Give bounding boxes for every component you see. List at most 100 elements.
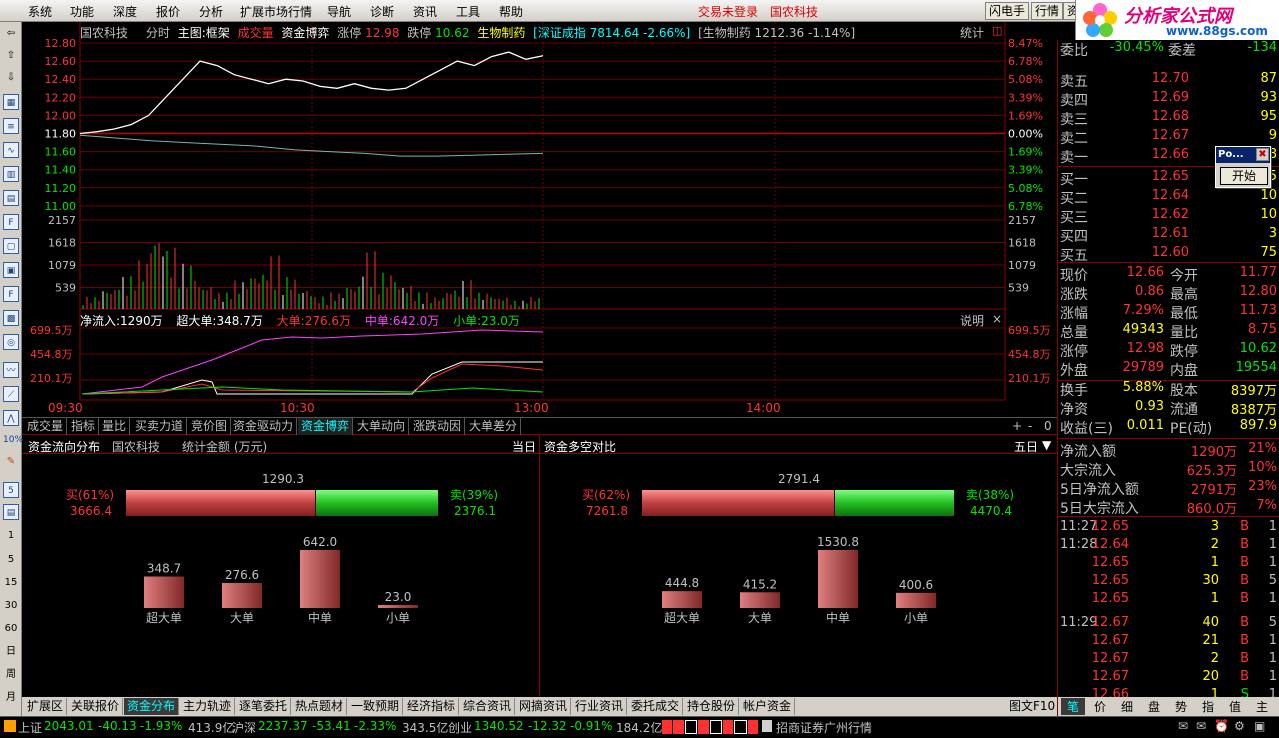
menu-diagnose[interactable]: 诊断 — [370, 3, 394, 20]
stat-label-2: 内盘 — [1170, 363, 1198, 379]
ask-price: 12.67 — [1151, 128, 1189, 143]
period-60min[interactable]: 60 — [3, 621, 19, 637]
zigzag-icon[interactable]: ⋀ — [3, 410, 19, 426]
message-icon[interactable]: ✉ — [1196, 719, 1206, 733]
quote-button[interactable]: 行情 — [1031, 2, 1064, 20]
popup-close-icon[interactable]: ✖ — [1256, 148, 1269, 161]
btab-order-by-order[interactable]: 逐笔委托 — [236, 698, 292, 715]
tab-capital-drive[interactable]: 资金驱动力 — [230, 418, 298, 435]
btab-account[interactable]: 帐户资金 — [740, 698, 796, 715]
fi-icon[interactable]: F — [3, 286, 19, 302]
period-dropdown-icon[interactable]: ▼ — [1042, 438, 1051, 452]
menu-depth[interactable]: 深度 — [113, 3, 137, 20]
menu-extended-market[interactable]: 扩展市场行情 — [240, 3, 312, 20]
kline-icon[interactable]: ▥ — [3, 166, 19, 182]
circle-icon[interactable]: ◎ — [3, 334, 19, 350]
btab-positions[interactable]: 持仓股份 — [684, 698, 740, 715]
flow-close-icon[interactable]: × — [992, 312, 1002, 326]
tab-large-order[interactable]: 大单动向 — [354, 418, 410, 435]
tab-volume[interactable]: 成交量 — [24, 418, 68, 435]
period-5min[interactable]: 5 — [3, 552, 19, 568]
btab-orders[interactable]: 委托成交 — [628, 698, 684, 715]
list-icon[interactable]: ≡ — [3, 118, 19, 134]
right-tab-3[interactable]: 盘 — [1142, 698, 1166, 715]
tab-capital-game[interactable]: 资金博弈 — [298, 418, 354, 435]
intraday-chart[interactable]: 12.80 12.60 12.40 12.20 12.00 11.80 11.60 11.40… — [22, 22, 1057, 420]
page-icon[interactable]: ▤ — [3, 504, 19, 520]
period-1min[interactable]: 1 — [3, 528, 19, 544]
calendar-icon[interactable]: ▣ — [3, 262, 19, 278]
menu-system[interactable]: 系统 — [28, 3, 52, 20]
up-icon[interactable]: ⇧ — [3, 48, 19, 64]
back-icon[interactable]: ⇦ — [3, 26, 19, 42]
flash-trade-button[interactable]: 闪电手 — [985, 2, 1030, 20]
right-tab-7[interactable]: 主 — [1250, 698, 1274, 715]
menu-analysis[interactable]: 分析 — [199, 3, 223, 20]
line-chart-icon[interactable]: ⟋ — [3, 386, 19, 402]
menu-quote[interactable]: 报价 — [156, 3, 180, 20]
grid-icon[interactable]: ▩ — [3, 310, 19, 326]
flow-help-button[interactable]: 说明 — [960, 312, 984, 329]
tab-buy-sell-power[interactable]: 买卖力道 — [132, 418, 188, 435]
menu-navigation[interactable]: 导航 — [327, 3, 351, 20]
period-week[interactable]: 周 — [3, 667, 19, 683]
zoom-plus-button[interactable]: + — [1012, 419, 1022, 433]
popup-start-button[interactable]: 开始 — [1220, 167, 1268, 185]
btab-main-track[interactable]: 主力轨迹 — [180, 698, 236, 715]
btab-industry-news[interactable]: 行业资讯 — [572, 698, 628, 715]
down-icon[interactable]: ⇩ — [3, 70, 19, 86]
bar-icon[interactable]: ▤ — [3, 190, 19, 206]
menu-help[interactable]: 帮助 — [499, 3, 523, 20]
btab-general-news[interactable]: 综合资讯 — [460, 698, 516, 715]
tray-icon[interactable]: ▣ — [1254, 719, 1265, 733]
zoom-percent[interactable]: 10% — [3, 432, 23, 448]
capital-compare-period[interactable]: 五日 — [1014, 438, 1038, 455]
tab-volume-ratio[interactable]: 量比 — [99, 418, 131, 435]
f10-icon[interactable]: F — [3, 214, 19, 230]
right-tab-5[interactable]: 指 — [1196, 698, 1220, 715]
tab-auction[interactable]: 竞价图 — [188, 418, 232, 435]
btab-hot-topics[interactable]: 热点题材 — [292, 698, 348, 715]
btab-consensus[interactable]: 一致预期 — [348, 698, 404, 715]
btab-extend[interactable]: 扩展区 — [24, 698, 68, 715]
settings-icon[interactable]: ⚙ — [1234, 719, 1245, 733]
tick-count: 1 — [1268, 537, 1277, 552]
pencil-icon[interactable]: ✎ — [3, 454, 19, 470]
flow-tick-left-2: 454.8万 — [30, 348, 73, 361]
btab-web-news[interactable]: 网摘资讯 — [516, 698, 572, 715]
right-tab-1[interactable]: 价 — [1088, 698, 1112, 715]
menu-function[interactable]: 功能 — [70, 3, 94, 20]
btab-capital-distribution[interactable]: 资金分布 — [124, 698, 180, 715]
period-month[interactable]: 月 — [3, 690, 19, 706]
chart-icon[interactable]: ▦ — [3, 94, 19, 110]
trade-login-status[interactable]: 交易未登录 — [698, 3, 758, 20]
trend-icon[interactable]: ∿ — [3, 142, 19, 158]
price-tick: 12.00 — [45, 109, 77, 122]
zoom-reset-button[interactable]: 0 — [1044, 419, 1052, 433]
bid-label: 买二 — [1060, 191, 1088, 207]
btab-related[interactable]: 关联报价 — [68, 698, 124, 715]
btab-f10[interactable]: 图文F10 — [1006, 698, 1060, 715]
right-tab-6[interactable]: 值 — [1223, 698, 1247, 715]
stat-label: 现价 — [1060, 268, 1088, 284]
tab-rise-fall-cause[interactable]: 涨跌动因 — [410, 418, 466, 435]
right-tab-0[interactable]: 笔 — [1061, 698, 1085, 715]
zoom-minus-button[interactable]: - — [1028, 419, 1032, 433]
right-tab-2[interactable]: 细 — [1115, 698, 1139, 715]
wave-icon[interactable]: 〰 — [3, 362, 19, 378]
mail-icon[interactable]: ✉ — [1178, 719, 1188, 733]
f5-icon[interactable]: 5 — [3, 482, 19, 498]
period-15min[interactable]: 15 — [3, 575, 19, 591]
tab-indicator[interactable]: 指标 — [68, 418, 100, 435]
doc-icon[interactable]: ▢ — [3, 238, 19, 254]
stat-label: 涨跌 — [1060, 287, 1088, 303]
alarm-icon[interactable]: ⏰ — [1214, 719, 1229, 733]
btab-economic[interactable]: 经济指标 — [404, 698, 460, 715]
tab-large-order-diff[interactable]: 大单差分 — [466, 418, 522, 435]
menu-tools[interactable]: 工具 — [456, 3, 480, 20]
menu-news[interactable]: 资讯 — [413, 3, 437, 20]
period-day[interactable]: 日 — [3, 644, 19, 660]
period-30min[interactable]: 30 — [3, 598, 19, 614]
capital-flow-period[interactable]: 当日 — [512, 438, 536, 455]
right-tab-4[interactable]: 势 — [1169, 698, 1193, 715]
